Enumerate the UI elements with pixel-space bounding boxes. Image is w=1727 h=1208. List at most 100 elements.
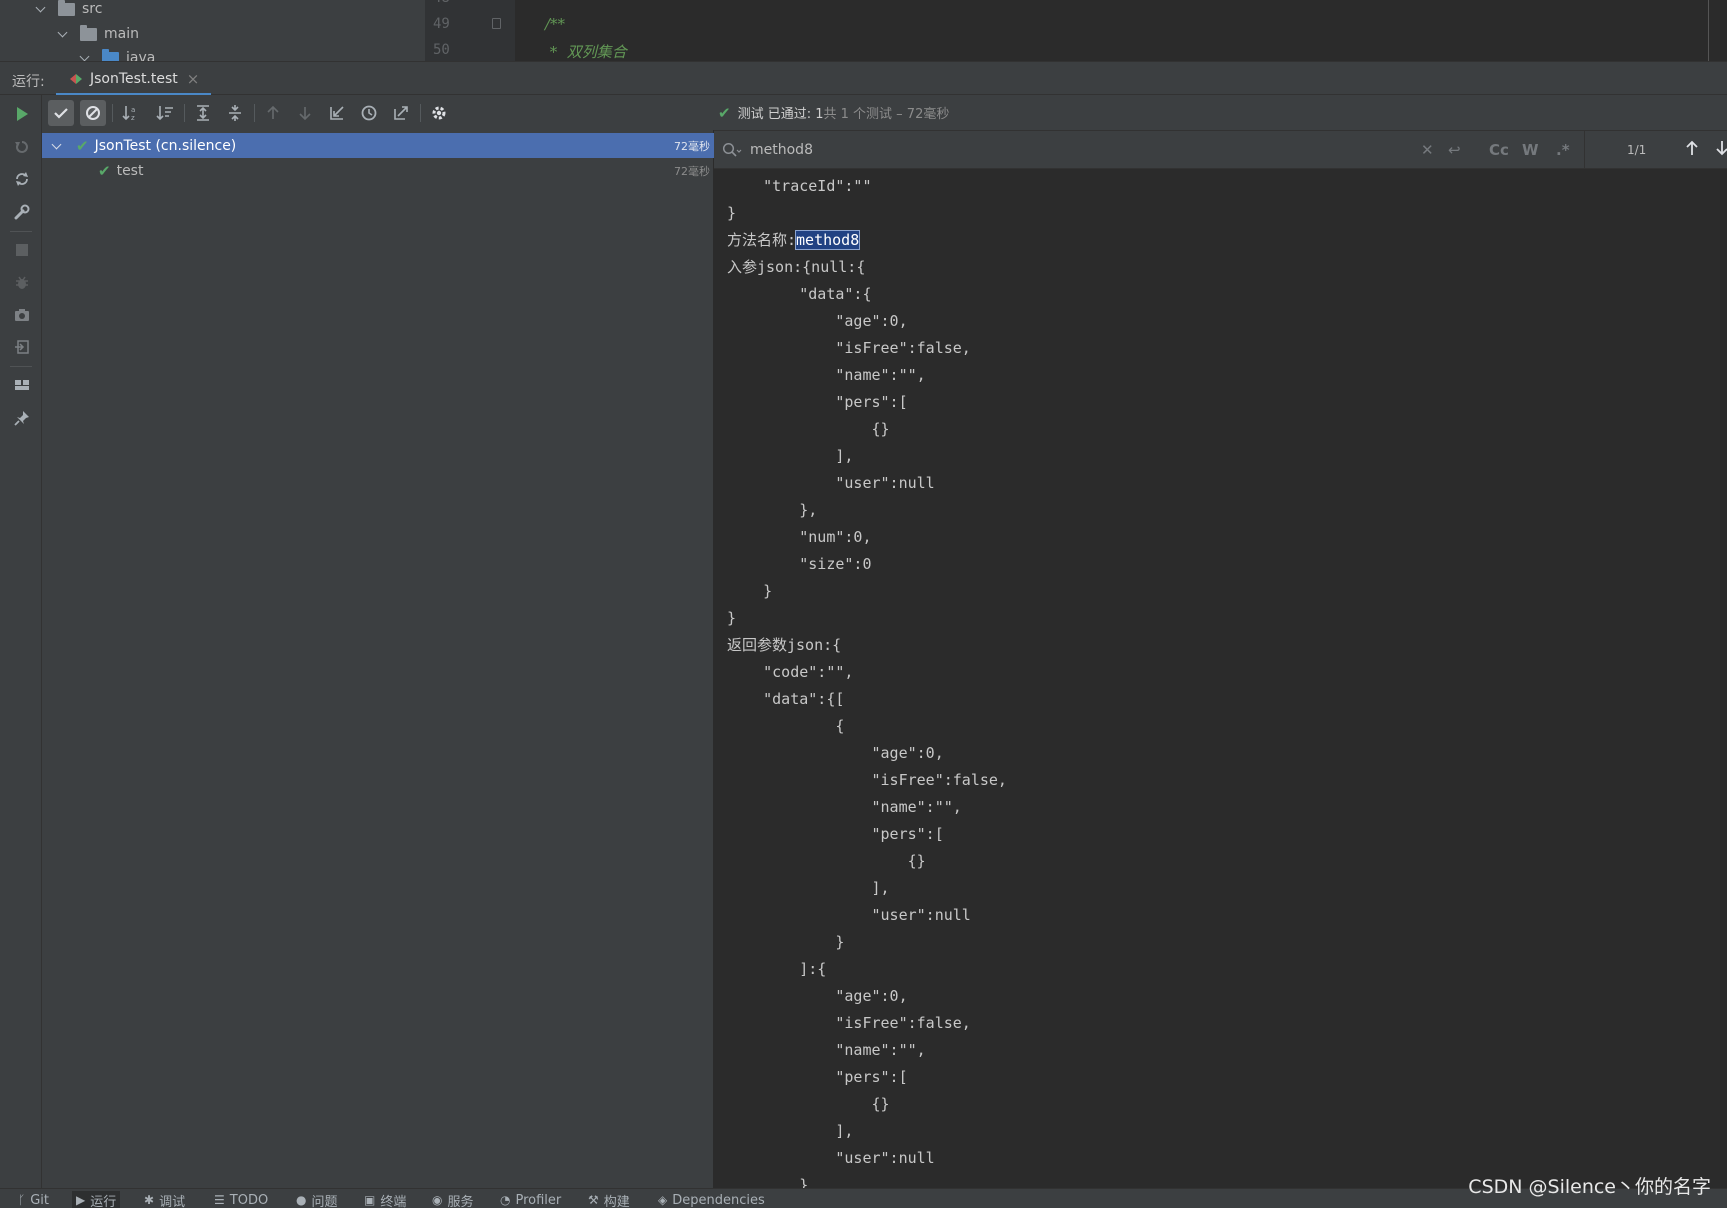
collapse-all-icon[interactable] [222, 100, 248, 126]
tool-services[interactable]: ◉ 服务 [428, 1191, 478, 1208]
sort-alphabetically-icon[interactable]: az [118, 100, 144, 126]
tool-profiler[interactable]: ◔ Profiler [496, 1191, 565, 1208]
tree-item-label: src [82, 1, 103, 17]
show-ignored-toggle[interactable] [80, 100, 106, 126]
tool-debug[interactable]: ✱ 调试 [140, 1191, 189, 1208]
rerun-failed-icon[interactable] [12, 137, 32, 157]
previous-occurrence-icon[interactable] [1684, 139, 1700, 161]
pin-icon[interactable] [12, 408, 32, 428]
tool-terminal[interactable]: ▣ 终端 [360, 1191, 410, 1208]
console-output[interactable]: "traceId":""} 方法名称:method8 入参json:{null:{ … [714, 169, 1727, 1188]
watermark-text: CSDN @Silence丶你的名字 [1468, 1176, 1711, 1198]
project-tree: src main java [0, 0, 425, 61]
chevron-down-icon[interactable] [80, 53, 90, 61]
whole-words-toggle[interactable]: W [1522, 141, 1539, 159]
tree-item-java[interactable]: java [80, 46, 155, 61]
tree-item-label: main [104, 26, 139, 42]
rerun-icon[interactable] [12, 104, 32, 124]
tool-todo[interactable]: ☰ TODO [210, 1191, 272, 1208]
next-occurrence-icon[interactable] [1714, 139, 1727, 161]
tool-build[interactable]: ⚒ 构建 [584, 1191, 634, 1208]
layout-icon[interactable] [12, 375, 32, 395]
tool-run[interactable]: ▶ 运行 [72, 1191, 121, 1208]
test-case-row[interactable]: ✔ test 72毫秒 [42, 158, 714, 183]
passed-check-icon: ✔ [76, 136, 89, 155]
console-line: "pers":[ [727, 393, 908, 411]
console-line: } [727, 609, 737, 627]
console-line: "code":"", [727, 663, 854, 681]
tests-summary-text: 共 1 个测试 – 72毫秒 [823, 107, 950, 122]
console-line: } [727, 1176, 809, 1188]
console-line: "num":0, [727, 528, 872, 546]
tool-label: Dependencies [672, 1192, 765, 1208]
console-line: "user":null [727, 906, 971, 924]
gear-icon[interactable] [426, 100, 452, 126]
console-line: "isFree":false, [727, 339, 971, 357]
console-line: "data":{ [727, 285, 872, 303]
next-failed-icon[interactable] [292, 100, 318, 126]
tree-item-src[interactable]: src [36, 0, 102, 21]
test-case-duration: 72毫秒 [674, 164, 710, 178]
wrench-icon[interactable] [12, 202, 32, 222]
folder-icon [58, 0, 75, 16]
tool-dependencies[interactable]: ◈ Dependencies [654, 1191, 769, 1208]
tree-item-label: java [126, 50, 156, 61]
console-line: {} [727, 852, 926, 870]
search-input[interactable] [750, 140, 1330, 160]
tool-label: 运行 [90, 1194, 117, 1208]
divider [10, 231, 32, 232]
chevron-down-icon[interactable] [36, 4, 46, 14]
console-line: 返回参数json:{ [727, 636, 842, 654]
console-line: "traceId":"" [727, 177, 872, 195]
close-icon[interactable]: × [187, 70, 200, 88]
divider [112, 104, 113, 122]
fold-marker-icon[interactable] [492, 18, 501, 29]
chevron-down-icon[interactable] [58, 29, 68, 39]
console-line: "user":null [727, 1149, 935, 1167]
editor-gutter: 48 49 50 [425, 0, 515, 61]
sort-by-duration-icon[interactable] [152, 100, 178, 126]
console-line: ], [727, 447, 854, 465]
divider [10, 366, 32, 367]
tool-label: 服务 [447, 1194, 474, 1208]
export-results-icon[interactable] [388, 100, 414, 126]
tree-item-main[interactable]: main [58, 22, 139, 46]
previous-failed-icon[interactable] [260, 100, 286, 126]
tool-git[interactable]: ᚴ Git [14, 1191, 53, 1208]
tool-problems[interactable]: ● 问题 [292, 1191, 342, 1208]
search-icon[interactable] [722, 142, 742, 158]
toggle-auto-test-icon[interactable] [12, 169, 32, 189]
camera-icon[interactable] [12, 305, 32, 325]
run-tab[interactable]: JsonTest.test × [56, 62, 211, 96]
chevron-down-icon[interactable] [52, 141, 62, 151]
test-history-icon[interactable] [356, 100, 382, 126]
profiler-icon: ◔ [500, 1193, 511, 1207]
console-search-bar: ✕ ↩ Cc W .* 1/1 [714, 130, 1727, 169]
test-suite-row[interactable]: ✔ JsonTest (cn.silence) 72毫秒 [42, 133, 714, 158]
console-line: "name":"", [727, 1041, 926, 1059]
clear-search-icon[interactable]: ✕ [1421, 141, 1434, 159]
code-editor[interactable]: 48 49 50 /** * 双列集合 [425, 0, 1727, 61]
tool-label: 构建 [603, 1194, 630, 1208]
console-line: "age":0, [727, 987, 908, 1005]
import-test-results-icon[interactable] [12, 337, 32, 357]
show-passed-toggle[interactable] [48, 100, 74, 126]
console-line: {} [727, 420, 890, 438]
stop-icon[interactable] [12, 240, 32, 260]
line-number: 48 [433, 0, 450, 6]
console-line: {} [727, 1095, 890, 1113]
console-line: } [727, 933, 845, 951]
expand-all-icon[interactable] [190, 100, 216, 126]
regex-toggle[interactable]: .* [1556, 141, 1570, 159]
import-tests-icon[interactable] [324, 100, 350, 126]
console-line: ], [727, 879, 890, 897]
passed-check-icon: ✔ [718, 103, 731, 122]
console-lines: "traceId":""} 方法名称:method8 入参json:{null:{ … [727, 173, 1007, 1188]
tool-label: 终端 [380, 1194, 407, 1208]
line-number: 49 [433, 16, 450, 32]
match-case-toggle[interactable]: Cc [1489, 141, 1509, 159]
new-line-icon[interactable]: ↩ [1448, 141, 1461, 159]
debug-icon[interactable] [12, 273, 32, 293]
run-window-label: 运行: [12, 74, 45, 90]
editor-scrollbar[interactable] [1708, 0, 1709, 61]
